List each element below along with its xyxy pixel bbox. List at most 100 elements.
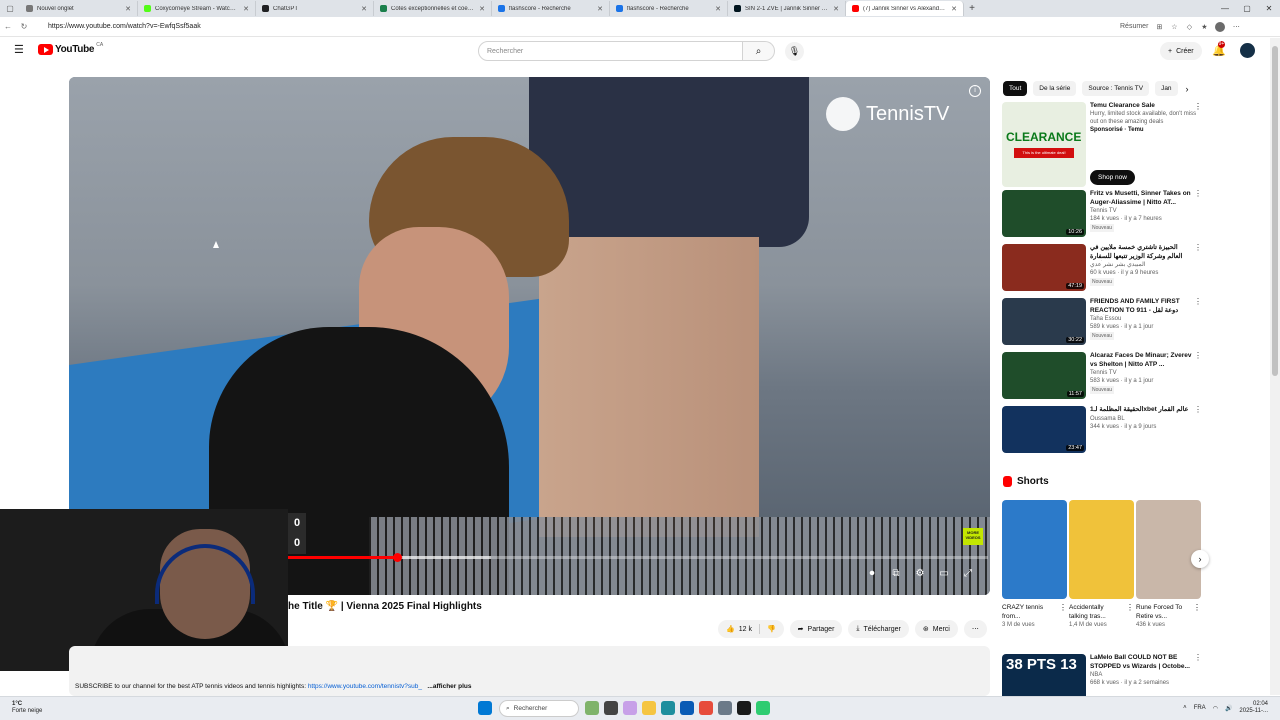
description-link[interactable]: https://www.youtube.com/tennistv?sub_ [308,683,422,690]
browser-tab[interactable]: Cotes exceptionnelles et coefficie ✕ [374,1,492,16]
shop-now-button[interactable]: Shop now [1090,170,1135,185]
short-item[interactable]: Accidentally talking tras... ⋮ 1,4 M de v… [1069,500,1134,628]
info-icon[interactable]: i [969,85,981,97]
list-item[interactable]: 23:47 الحقيقة المظلمة لـ1xbet عالم القما… [1002,406,1202,453]
short-item[interactable]: Rune Forced To Retire vs... ⋮ 436 k vues [1136,500,1201,628]
filter-chip[interactable]: Jan [1155,81,1178,96]
favorites-icon[interactable]: ★ [1200,23,1208,31]
close-window-icon[interactable]: ✕ [1258,0,1280,17]
filter-chip[interactable]: De la série [1033,81,1077,96]
more-icon[interactable]: ⋮ [1194,654,1202,662]
volume-icon[interactable]: 🔊 [1225,705,1232,712]
list-item[interactable]: 30:22 FRIENDS AND FAMILY FIRST REACTION … [1002,298,1202,345]
window-menu-icon[interactable]: ▢ [0,0,20,17]
bookmark-star-icon[interactable]: ☆ [1170,23,1178,31]
browser-tab[interactable]: Coxycorneye Stream - Watch Live ✕ [138,1,256,16]
search-button[interactable]: ⌕ [743,41,775,61]
resume-button[interactable]: Résumer [1120,23,1148,30]
extensions-icon[interactable]: ◇ [1185,23,1193,31]
tab-close-icon[interactable]: ✕ [833,5,839,13]
account-avatar[interactable] [1240,43,1255,58]
maximize-icon[interactable]: ▢ [1236,0,1258,17]
share-button[interactable]: ➦ Partager [789,620,843,638]
voice-search-button[interactable]: 🎙 [785,42,804,61]
browser-tab[interactable]: ChatGPT ✕ [256,1,374,16]
browser-tab[interactable]: (7) Jannik Sinner vs Alexander Zv ✕ [846,1,964,16]
list-item[interactable]: 38 PTS 13 LaMelo Ball COULD NOT BE STOPP… [1002,654,1202,701]
notifications-button[interactable]: 🔔 9+ [1212,41,1226,57]
more-videos-button[interactable]: MORE VIDEOS [963,528,983,545]
sponsored-ad[interactable]: CLEARANCE This is the ultimate deal! Tem… [1002,102,1202,187]
hamburger-menu-icon[interactable]: ☰ [14,44,26,56]
back-icon[interactable]: ← [0,22,16,31]
more-icon[interactable]: ⋮ [1194,244,1202,252]
app-icon[interactable] [756,701,770,715]
browser-menu-icon[interactable]: ⋯ [1232,23,1240,31]
widget-icon[interactable] [585,701,599,715]
terminal-icon[interactable] [737,701,751,715]
create-button[interactable]: + Créer [1160,42,1202,60]
tab-close-icon[interactable]: ✕ [361,5,367,13]
tab-close-icon[interactable]: ✕ [597,5,603,13]
search-input[interactable]: Rechercher [478,41,743,61]
start-icon[interactable] [478,701,492,715]
more-icon[interactable]: ⋮ [1194,352,1202,360]
page-scrollbar[interactable] [1270,38,1280,695]
taskbar-search[interactable]: ⌕ Rechercher [499,700,579,717]
ad-thumbnail[interactable]: CLEARANCE This is the ultimate deal! [1002,102,1086,187]
tab-close-icon[interactable]: ✕ [125,5,131,13]
app-icon[interactable] [718,701,732,715]
video-thumbnail[interactable]: 23:47 [1002,406,1086,453]
short-thumbnail[interactable] [1136,500,1201,599]
ad-more-icon[interactable]: ⋮ [1194,102,1202,111]
thanks-button[interactable]: ⊛ Merci [914,620,958,638]
install-icon[interactable]: ⊞ [1155,23,1163,31]
miniplayer-icon[interactable]: ▭ [937,568,951,579]
settings-gear-icon[interactable]: ⚙ [913,568,927,579]
list-item[interactable]: 11:57 Alcaraz Faces De Minaur; Zverev vs… [1002,352,1202,399]
browser-tab[interactable]: Nouvel onglet ✕ [20,1,138,16]
wifi-icon[interactable]: ◠ [1213,705,1218,712]
youtube-logo[interactable]: YouTube CA [38,42,103,55]
app-icon[interactable] [680,701,694,715]
fullscreen-icon[interactable]: ⤢ [961,568,975,579]
youtube-app-icon[interactable] [699,701,713,715]
filter-chip[interactable]: Tout [1003,81,1028,96]
video-thumbnail[interactable]: 10:26 [1002,190,1086,237]
url-field[interactable]: https://www.youtube.com/watch?v=-EwfqSsf… [42,20,1112,34]
shorts-next-icon[interactable]: › [1191,550,1209,568]
tab-close-icon[interactable]: ✕ [715,5,721,13]
tab-close-icon[interactable]: ✕ [951,5,957,13]
more-actions-button[interactable]: ⋯ [963,620,987,638]
short-thumbnail[interactable] [1069,500,1134,599]
subtitles-icon[interactable]: ⧉ [889,568,903,579]
more-icon[interactable]: ⋮ [1126,603,1134,613]
browser-tab[interactable]: SIN 2-1 ZVE | Jannik Sinner - Alex ✕ [728,1,846,16]
clock[interactable]: 02:04 2025-11-... [1239,701,1268,715]
filter-chip[interactable]: Source : Tennis TV [1082,81,1150,96]
app-icon[interactable] [623,701,637,715]
browser-tab[interactable]: flashscore - Recherche ✕ [492,1,610,16]
video-thumbnail[interactable]: 38 PTS 13 [1002,654,1086,701]
file-explorer-icon[interactable] [642,701,656,715]
download-button[interactable]: ⤓ Télécharger [848,620,909,638]
video-thumbnail[interactable]: 11:57 [1002,352,1086,399]
chips-next-icon[interactable]: › [1186,84,1189,94]
thumbs-down-icon[interactable]: 👎 [767,625,776,633]
task-view-icon[interactable] [604,701,618,715]
more-icon[interactable]: ⋮ [1193,603,1201,613]
autoplay-toggle-icon[interactable]: ⏺ [865,568,879,579]
weather-widget[interactable]: 1°C Forte neige [12,701,42,715]
show-more-link[interactable]: ...afficher plus [427,683,471,690]
list-item[interactable]: 47:19 الحبيزة تاشتري خمسة ملايين في العا… [1002,244,1202,291]
more-icon[interactable]: ⋮ [1059,603,1067,613]
new-tab-button[interactable]: + [964,3,980,14]
reload-icon[interactable]: ↻ [16,22,32,31]
video-thumbnail[interactable]: 47:19 [1002,244,1086,291]
description-box[interactable]: SUBSCRIBE to our channel for the best AT… [69,646,990,696]
tab-close-icon[interactable]: ✕ [479,5,485,13]
more-icon[interactable]: ⋮ [1194,190,1202,198]
more-icon[interactable]: ⋮ [1194,406,1202,414]
tab-close-icon[interactable]: ✕ [243,5,249,13]
more-icon[interactable]: ⋮ [1194,298,1202,306]
